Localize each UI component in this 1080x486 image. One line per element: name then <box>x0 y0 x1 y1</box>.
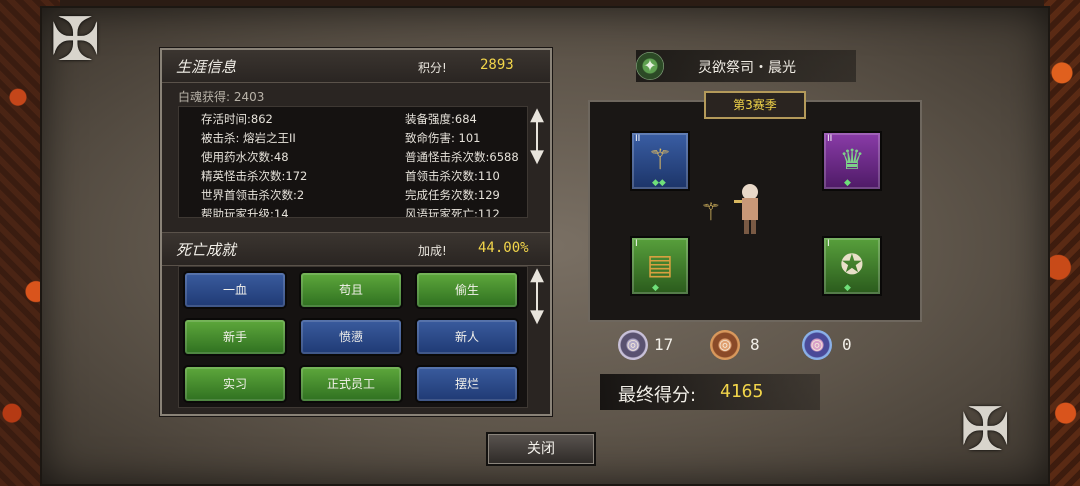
equipment-slot-amulet[interactable]: I ✪ ◆ <box>822 236 882 296</box>
stat-right: 完成任务次数:129 <box>405 188 500 202</box>
achievement-button[interactable]: 愤懑 <box>301 320 401 354</box>
equipment-slot-hat[interactable]: II ♛ ◆ <box>822 131 882 191</box>
final-score-bar: 最终得分: 4165 <box>600 374 820 410</box>
hero-name: 灵欲祭司・晨光 <box>698 60 796 76</box>
hero-name-bar: ✦ 灵欲祭司・晨光 <box>636 50 856 82</box>
corner-ornament-icon: ✠ <box>960 395 1011 465</box>
bronze-medal-icon: ◎ <box>710 330 740 360</box>
death-title: 死亡成就 <box>176 241 237 259</box>
achievement-button[interactable]: 一血 <box>185 273 285 307</box>
scroll-down-icon[interactable]: ▼ <box>530 148 544 166</box>
close-button[interactable]: 关闭 <box>486 432 596 466</box>
class-emblem-icon: ✦ <box>636 52 664 80</box>
silver-medal-count: 17 <box>654 335 674 354</box>
stat-left: 帮助玩家升级:14 <box>201 207 289 218</box>
stat-left: 精英怪击杀次数:172 <box>201 169 308 183</box>
stats-list[interactable]: 存活时间:862 被击杀: 熔岩之王II 使用药水次数:48 精英怪击杀次数:1… <box>178 106 528 218</box>
stat-left: 使用药水次数:48 <box>201 150 289 164</box>
career-panel: 生涯信息 积分! 2893 白魂获得: 2403 存活时间:862 被击杀: 熔… <box>160 48 552 416</box>
stat-left: 世界首领击杀次数:2 <box>201 188 305 202</box>
achievement-button[interactable]: 新手 <box>185 320 285 354</box>
equipment-slot-book[interactable]: I ▤ ◆ <box>630 236 690 296</box>
stat-right: 装备强度:684 <box>405 112 477 126</box>
diamond-medal-count: 0 <box>842 335 852 354</box>
corner-ornament-icon: ✠ <box>50 5 101 75</box>
equipment-slot-staff[interactable]: II ⚚ ◆◆ <box>630 131 690 191</box>
bonus-value: 44.00% <box>478 240 529 256</box>
white-soul-count: 白魂获得: 2403 <box>178 90 265 104</box>
stat-right: 风语玩家死亡:112 <box>405 207 500 218</box>
stat-right: 普通怪击杀次数:6588 <box>405 150 519 164</box>
achievement-button[interactable]: 实习 <box>185 367 285 401</box>
achievement-button[interactable]: 苟且 <box>301 273 401 307</box>
gem-icon: ◆ <box>844 283 851 293</box>
season-tag: 第3赛季 <box>704 91 806 119</box>
achievement-grid: 一血 苟且 偷生 新手 愤懑 新人 实习 正式员工 摆烂 <box>178 266 528 408</box>
hat-icon: ♛ <box>839 143 865 176</box>
career-title: 生涯信息 <box>176 58 237 76</box>
bronze-medal-count: 8 <box>750 335 760 354</box>
scroll-down-icon[interactable]: ▼ <box>530 308 544 326</box>
bonus-label: 加成! <box>418 244 447 258</box>
achievement-button[interactable]: 新人 <box>417 320 517 354</box>
gem-icon: ◆◆ <box>652 178 666 188</box>
score-label: 积分! <box>418 61 447 75</box>
achievement-button[interactable]: 正式员工 <box>301 367 401 401</box>
final-score-value: 4165 <box>720 381 764 402</box>
floating-staff-icon: ⚚ <box>700 198 722 226</box>
book-icon: ▤ <box>646 248 674 281</box>
achievement-button[interactable]: 偷生 <box>417 273 517 307</box>
diamond-medal-icon: ◎ <box>802 330 832 360</box>
score-value: 2893 <box>480 57 514 73</box>
medal-row: ◎ 17 ◎ 8 ◎ 0 <box>612 330 892 360</box>
gem-icon: ◆ <box>844 178 851 188</box>
death-header: 死亡成就 加成! 44.00% <box>162 232 550 266</box>
hero-sprite <box>734 184 758 234</box>
achievement-button[interactable]: 摆烂 <box>417 367 517 401</box>
stat-left: 存活时间:862 <box>201 112 273 126</box>
final-score-label: 最终得分: <box>618 385 697 406</box>
amulet-icon: ✪ <box>840 248 864 281</box>
stat-right: 致命伤害: 101 <box>405 131 481 145</box>
career-header: 生涯信息 积分! 2893 <box>162 50 550 83</box>
stat-right: 首领击杀次数:110 <box>405 169 500 183</box>
scroll-up-icon[interactable]: ▲ <box>530 266 544 284</box>
scroll-up-icon[interactable]: ▲ <box>530 106 544 124</box>
gem-icon: ◆ <box>652 283 659 293</box>
stat-left: 被击杀: 熔岩之王II <box>201 131 296 145</box>
staff-icon: ⚚ <box>647 143 673 176</box>
silver-medal-icon: ◎ <box>618 330 648 360</box>
